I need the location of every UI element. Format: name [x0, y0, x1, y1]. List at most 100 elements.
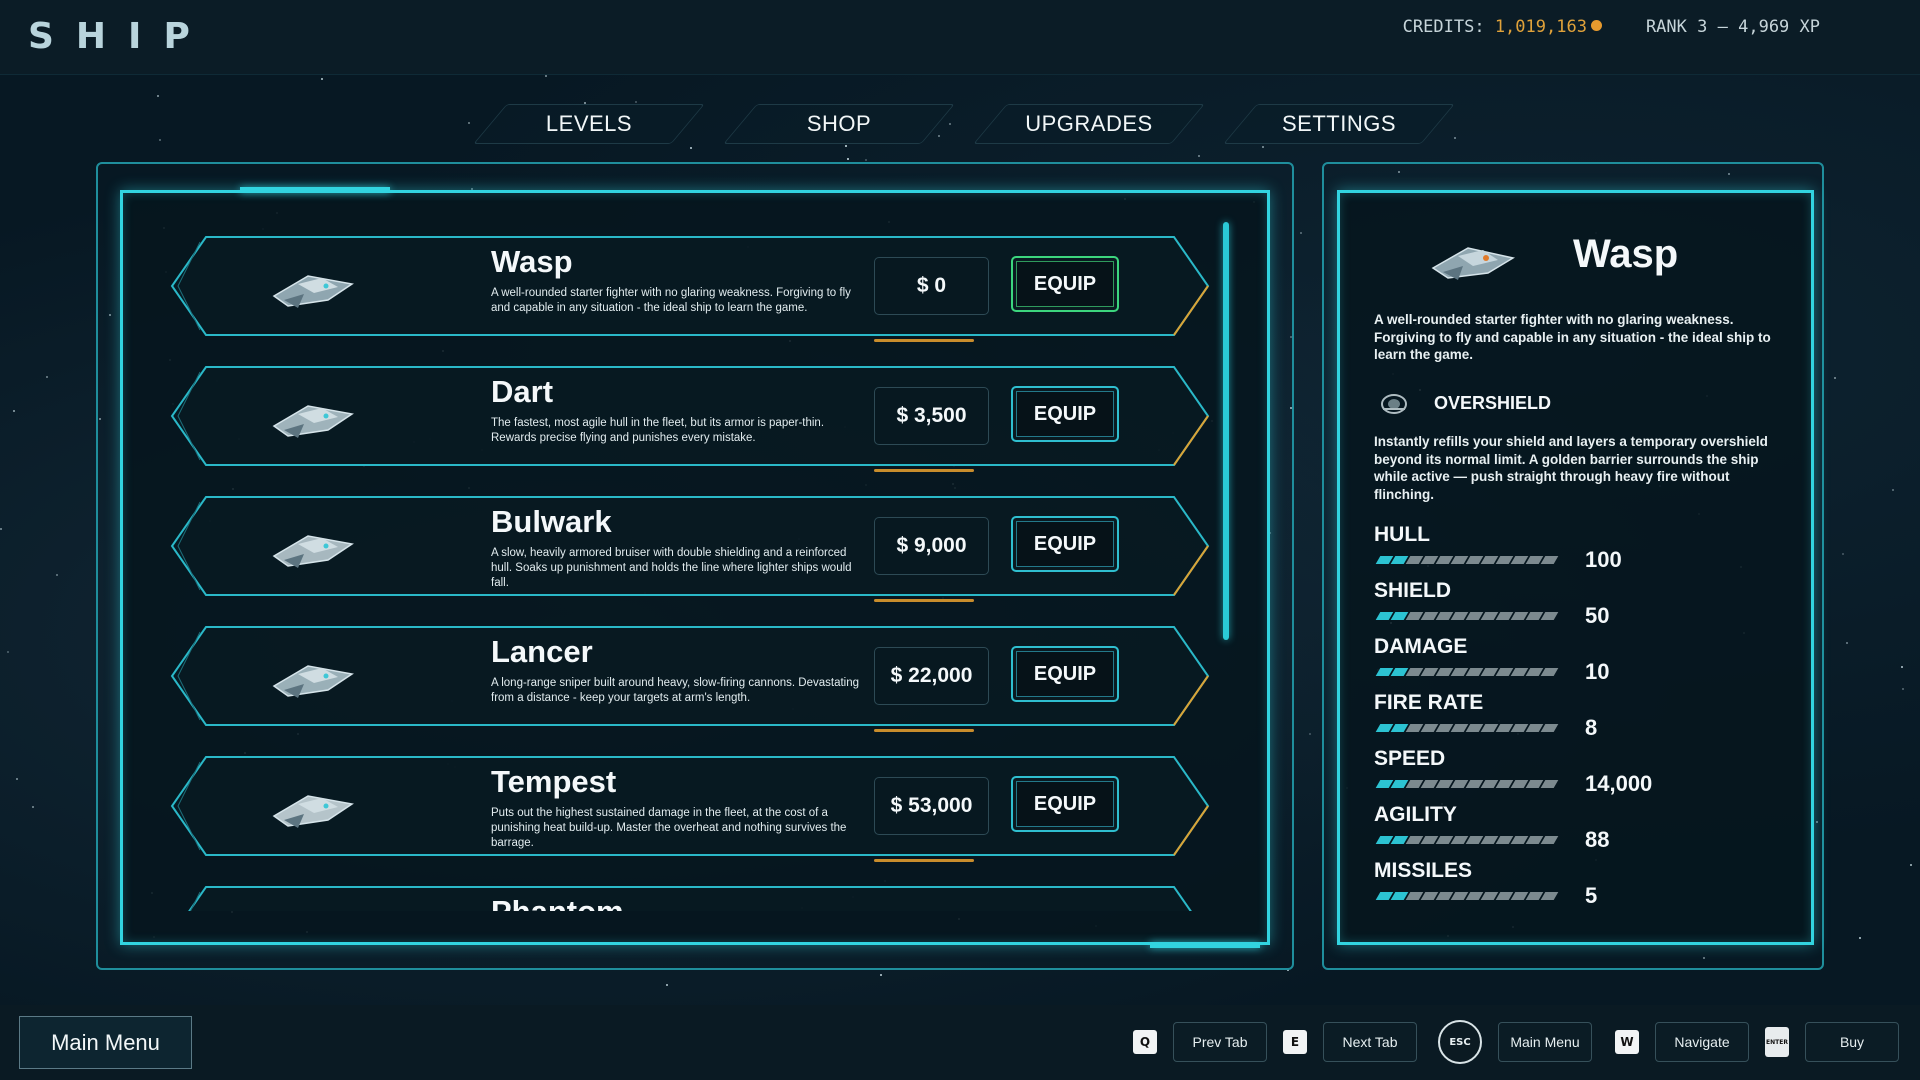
hint-buy[interactable]: ENTER Buy	[1765, 1022, 1899, 1062]
equip-button[interactable]: EQUIP	[1011, 776, 1119, 832]
star	[690, 146, 693, 149]
tab-bar: LEVELS SHOP UPGRADES SETTINGS	[490, 104, 1438, 144]
tab-upgrades[interactable]: UPGRADES	[990, 104, 1188, 144]
tab-shop[interactable]: SHOP	[740, 104, 938, 144]
ship-description: A well-rounded starter fighter with no g…	[491, 287, 851, 314]
ship-icon	[272, 665, 354, 698]
star	[1892, 489, 1895, 492]
ship-name: Dart	[491, 374, 554, 409]
ship-description: A long-range sniper built around heavy, …	[491, 677, 859, 704]
ship-row-wasp[interactable]: Wasp A well-rounded starter fighter with …	[170, 236, 1210, 342]
star	[320, 77, 323, 80]
stat-damage: DAMAGE 10	[1374, 635, 1794, 691]
price-underline	[874, 729, 974, 732]
star	[1859, 936, 1862, 939]
hint-next-tab[interactable]: E Next Tab	[1283, 1022, 1417, 1062]
shield-emblem-icon	[1381, 394, 1407, 414]
stat-value: 100	[1585, 547, 1622, 572]
stat-bar	[1375, 724, 1559, 732]
stat-bar-segment	[1540, 556, 1559, 564]
star	[1453, 137, 1456, 139]
game-logo: SHIP	[28, 16, 212, 57]
price-underline	[874, 469, 974, 472]
stat-bar	[1375, 668, 1559, 676]
stat-value: 10	[1585, 659, 1610, 684]
hint-navigate[interactable]: W Navigate	[1615, 1022, 1749, 1062]
stat-value: 8	[1585, 715, 1598, 740]
equip-button[interactable]: EQUIP	[1011, 516, 1119, 572]
wasp-ship-icon	[1431, 247, 1515, 280]
stat-bar	[1375, 556, 1559, 564]
star	[665, 983, 668, 986]
ship-row-bulwark[interactable]: Bulwark A slow, heavily armored bruiser w…	[170, 496, 1210, 602]
price-underline	[874, 339, 974, 342]
hint-main-menu[interactable]: ESC Main Menu	[1438, 1020, 1592, 1064]
ship-price: $ 53,000	[874, 777, 989, 835]
ship-price: $ 3,500	[874, 387, 989, 445]
hint-prev-tab[interactable]: Q Prev Tab	[1133, 1022, 1267, 1062]
detail-ship-description: A well-rounded starter fighter with no g…	[1374, 312, 1771, 362]
stat-label: DAMAGE	[1374, 635, 1468, 658]
stat-missiles: MISSILES 5	[1374, 859, 1794, 915]
next-tab-button[interactable]: Next Tab	[1323, 1022, 1417, 1062]
ship-row-lancer[interactable]: Lancer A long-range sniper built around h…	[170, 626, 1210, 732]
star	[32, 806, 35, 809]
stat-bar-segment	[1540, 836, 1559, 844]
star	[0, 528, 3, 531]
navigate-button[interactable]: Navigate	[1655, 1022, 1749, 1062]
stat-hull: HULL 100	[1374, 523, 1794, 579]
ship-row-phantom[interactable]: Phantom	[170, 886, 1210, 911]
star	[467, 122, 470, 125]
star	[16, 778, 19, 781]
star	[544, 75, 547, 78]
stat-label: FIRE RATE	[1374, 691, 1484, 714]
tab-label: LEVELS	[545, 111, 633, 136]
ship-row-dart[interactable]: Dart The fastest, most agile hull in the …	[170, 366, 1210, 472]
ship-name: Bulwark	[491, 504, 612, 539]
main-menu-hint-button[interactable]: Main Menu	[1498, 1022, 1592, 1062]
credits-display: CREDITS: 1,019,163	[1403, 17, 1602, 37]
star	[1842, 553, 1845, 556]
ship-price: $ 22,000	[874, 647, 989, 705]
top-bar: SHIP CREDITS: 1,019,163 RANK 3 — 4,969 X…	[0, 0, 1920, 75]
stat-bar-segment	[1540, 780, 1559, 788]
tab-settings[interactable]: SETTINGS	[1240, 104, 1438, 144]
ship-row-tempest[interactable]: Tempest Puts out the highest sustained da…	[170, 756, 1210, 862]
stat-bar	[1375, 780, 1559, 788]
frame-notch	[240, 187, 390, 193]
stat-label: MISSILES	[1374, 859, 1473, 882]
buy-button[interactable]: Buy	[1805, 1022, 1899, 1062]
credits-value: 1,019,163	[1494, 17, 1587, 37]
ability-description: Instantly refills your shield and layers…	[1374, 434, 1768, 502]
key-esc-icon: ESC	[1438, 1020, 1482, 1064]
star	[1846, 641, 1849, 644]
ship-name: Wasp	[491, 244, 573, 279]
ship-list-scrollbar[interactable]	[1223, 222, 1229, 640]
star	[1900, 665, 1903, 668]
tab-levels[interactable]: LEVELS	[490, 104, 688, 144]
rank-separator: —	[1717, 17, 1728, 37]
stat-fire-rate: FIRE RATE 8	[1374, 691, 1794, 747]
stat-bar	[1375, 836, 1559, 844]
ship-description: A slow, heavily armored bruiser with dou…	[491, 547, 852, 589]
key-w-icon: W	[1615, 1030, 1639, 1054]
prev-tab-button[interactable]: Prev Tab	[1173, 1022, 1267, 1062]
equip-button[interactable]: EQUIP	[1011, 256, 1119, 312]
star	[159, 138, 162, 141]
tab-label: SHOP	[806, 111, 872, 136]
ship-icon	[272, 275, 354, 308]
player-stats: CREDITS: 1,019,163 RANK 3 — 4,969 XP	[1403, 17, 1820, 37]
star	[55, 574, 58, 577]
stat-label: AGILITY	[1374, 803, 1457, 826]
equip-button[interactable]: EQUIP	[1011, 386, 1119, 442]
key-e-icon: E	[1283, 1030, 1307, 1054]
star	[1308, 732, 1311, 735]
star	[1198, 155, 1201, 158]
price-underline	[874, 859, 974, 862]
equip-button[interactable]: EQUIP	[1011, 646, 1119, 702]
star	[880, 974, 883, 977]
star	[1299, 231, 1302, 234]
stat-value: 5	[1585, 883, 1598, 908]
stat-label: HULL	[1374, 523, 1430, 546]
main-menu-button[interactable]: Main Menu	[19, 1016, 192, 1069]
